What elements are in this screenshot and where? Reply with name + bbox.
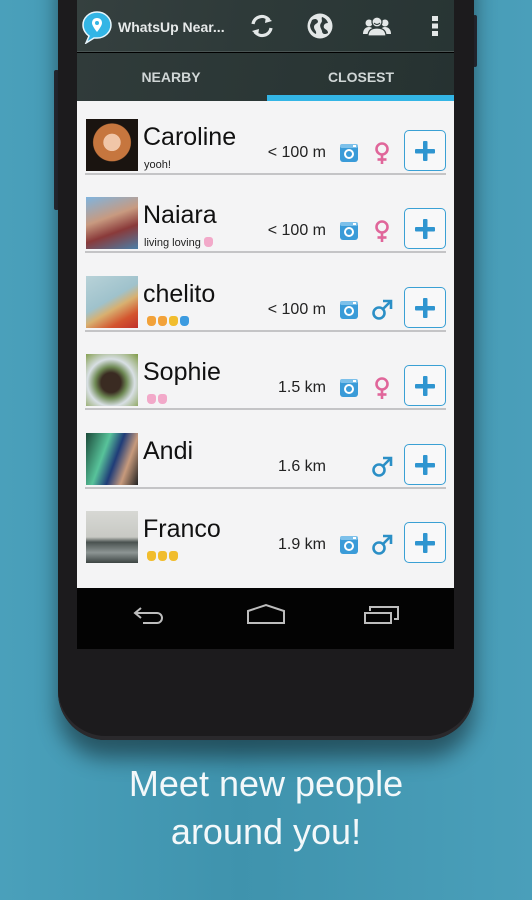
person-row[interactable]: Naiara living loving < 100 m: [77, 175, 454, 253]
chick-emoji-icon: [169, 551, 178, 561]
chick-emoji-icon: [158, 551, 167, 561]
globe-icon[interactable]: [306, 12, 334, 40]
distance-label: 1.5 km: [277, 379, 326, 396]
surfer-emoji-icon: [180, 316, 189, 326]
female-icon: [375, 377, 389, 399]
person-row[interactable]: Caroline yooh! < 100 m: [77, 97, 454, 175]
person-name: Franco: [143, 515, 221, 543]
status-text: yooh!: [144, 159, 171, 171]
person-row[interactable]: Andi 1.6 km: [77, 411, 454, 489]
instagram-icon[interactable]: [340, 379, 358, 397]
cat-emoji-icon: [147, 316, 156, 326]
avatar[interactable]: [86, 276, 138, 328]
row-divider: [85, 408, 446, 410]
person-row[interactable]: chelito < 100 m: [77, 254, 454, 332]
tab-nearby[interactable]: NEARBY: [77, 53, 265, 101]
plus-icon: [415, 298, 435, 318]
back-icon[interactable]: [131, 603, 167, 627]
avatar[interactable]: [86, 354, 138, 406]
instagram-icon[interactable]: [340, 301, 358, 319]
avatar[interactable]: [86, 197, 138, 249]
distance-label: 1.9 km: [277, 536, 326, 553]
add-contact-button[interactable]: [404, 522, 446, 563]
person-row[interactable]: Sophie 1.5 km: [77, 332, 454, 410]
refresh-icon[interactable]: [248, 12, 276, 40]
distance-label: < 100 m: [267, 144, 326, 161]
female-icon: [375, 142, 389, 164]
navigation-bar: [77, 588, 454, 649]
caption-line-1: Meet new people: [128, 763, 404, 804]
chick-emoji-icon: [169, 316, 178, 326]
add-contact-button[interactable]: [404, 208, 446, 249]
person-name: Sophie: [143, 358, 221, 386]
app-title: WhatsUp Near...: [118, 19, 225, 35]
chick-emoji-icon: [147, 551, 156, 561]
person-status: [144, 551, 180, 563]
promo-caption: Meet new people around you!: [0, 760, 532, 856]
person-status: [144, 316, 191, 328]
home-icon[interactable]: [246, 603, 286, 627]
people-list: Caroline yooh! < 100 m Naiara living loving <…: [77, 101, 454, 588]
app-logo-icon[interactable]: [81, 10, 113, 44]
add-contact-button[interactable]: [404, 444, 446, 485]
person-name: chelito: [143, 280, 216, 308]
people-icon[interactable]: [363, 12, 391, 40]
avatar[interactable]: [86, 119, 138, 171]
male-icon: [372, 299, 393, 320]
row-divider: [85, 251, 446, 253]
plus-icon: [415, 455, 435, 475]
phone-screen: WhatsUp Near... NEARBY CLOSEST Caroline …: [77, 0, 454, 649]
instagram-icon[interactable]: [340, 536, 358, 554]
distance-label: < 100 m: [267, 301, 326, 318]
caption-line-2: around you!: [170, 811, 362, 852]
plus-icon: [415, 141, 435, 161]
instagram-icon[interactable]: [340, 222, 358, 240]
person-name: Naiara: [143, 201, 217, 229]
overflow-menu-icon[interactable]: [429, 12, 443, 40]
male-icon: [372, 534, 393, 555]
plus-icon: [415, 219, 435, 239]
tab-closest[interactable]: CLOSEST: [267, 53, 454, 101]
victory-hand-emoji-icon: [147, 394, 156, 404]
add-contact-button[interactable]: [404, 365, 446, 406]
avatar[interactable]: [86, 433, 138, 485]
add-contact-button[interactable]: [404, 287, 446, 328]
plus-icon: [415, 376, 435, 396]
status-text: living loving: [144, 237, 201, 249]
action-bar: WhatsUp Near...: [77, 0, 454, 52]
person-name: Andi: [143, 437, 194, 465]
male-icon: [372, 456, 393, 477]
person-row[interactable]: Franco 1.9 km: [77, 489, 454, 567]
instagram-icon[interactable]: [340, 144, 358, 162]
tab-bar: NEARBY CLOSEST: [77, 53, 454, 101]
female-icon: [375, 220, 389, 242]
person-status: living loving: [144, 237, 215, 249]
person-status: [144, 473, 147, 485]
distance-label: < 100 m: [267, 222, 326, 239]
cat-emoji-icon: [158, 316, 167, 326]
add-contact-button[interactable]: [404, 130, 446, 171]
recent-apps-icon[interactable]: [363, 603, 401, 627]
avatar[interactable]: [86, 511, 138, 563]
person-name: Caroline: [143, 123, 237, 151]
victory-hand-emoji-icon: [158, 394, 167, 404]
victory-hand-emoji-icon: [203, 237, 213, 247]
person-status: [144, 394, 169, 406]
person-status: yooh!: [144, 159, 174, 171]
distance-label: 1.6 km: [277, 458, 326, 475]
plus-icon: [415, 533, 435, 553]
